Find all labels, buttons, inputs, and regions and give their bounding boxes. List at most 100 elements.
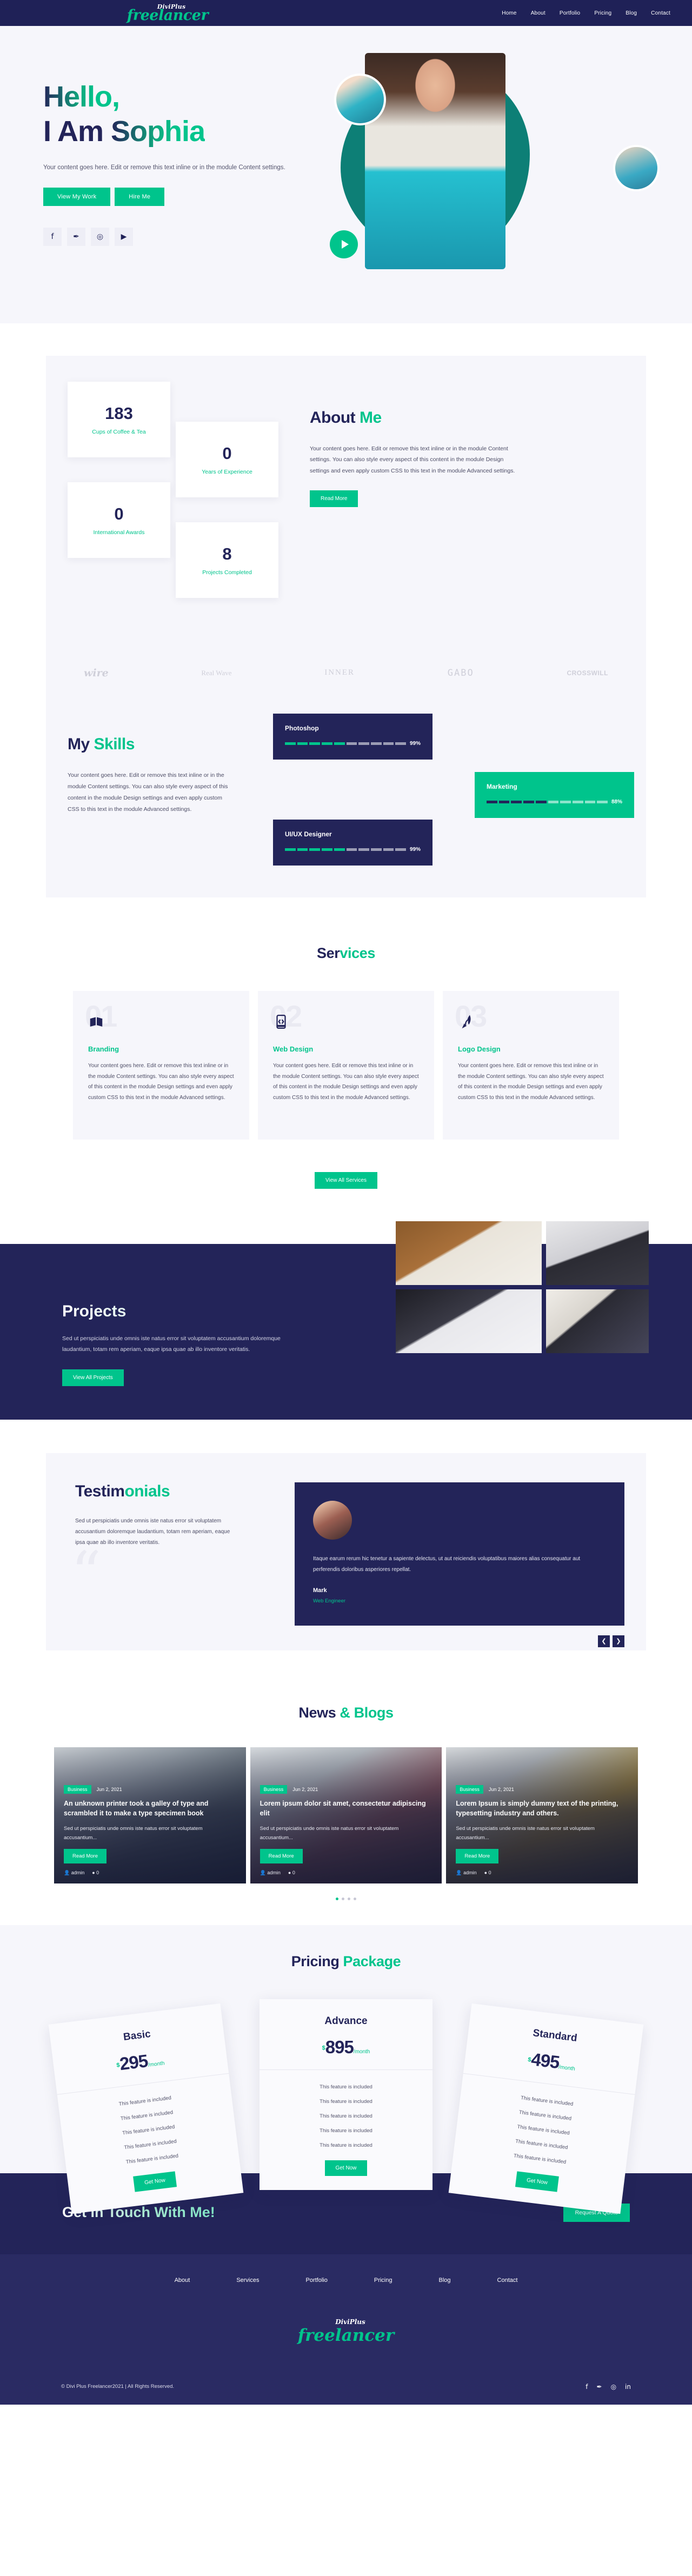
stat-card: 0 Years of Experience (176, 422, 278, 497)
blog-read-more-button[interactable]: Read More (456, 1848, 499, 1863)
projects-section: Projects Sed ut perspiciatis unde omnis … (0, 1221, 692, 1420)
project-thumbnail[interactable] (396, 1221, 542, 1285)
plan-amount: 895 (325, 2036, 354, 2057)
footer-bottom-bar: © Divi Plus Freelancer2021 | All Rights … (46, 2383, 646, 2405)
footer-link-portfolio[interactable]: Portfolio (306, 2277, 328, 2284)
linkedin-icon[interactable]: in (625, 2383, 631, 2391)
get-now-button[interactable]: Get Now (324, 2160, 368, 2176)
carousel-dot[interactable] (336, 1897, 338, 1900)
stat-value: 0 (222, 444, 232, 463)
carousel-prev-icon[interactable]: ❮ (598, 1635, 610, 1647)
service-card-branding[interactable]: 01 Branding Your content goes here. Edit… (73, 991, 249, 1140)
about-section: 183 Cups of Coffee & Tea 0 International… (0, 323, 692, 919)
stat-label: Cups of Coffee & Tea (92, 429, 146, 435)
service-card-logo-design[interactable]: 03 Logo Design Your content goes here. E… (443, 991, 619, 1140)
view-all-projects-button[interactable]: View All Projects (62, 1369, 124, 1386)
service-text: Your content goes here. Edit or remove t… (273, 1063, 419, 1101)
primary-navigation: Home About Portfolio Pricing Blog Contac… (502, 10, 670, 16)
nav-item-about[interactable]: About (531, 10, 545, 16)
view-all-services-button[interactable]: View All Services (315, 1172, 377, 1189)
blog-category-badge[interactable]: Business (260, 1785, 288, 1794)
hero-thumb-photo-bottom (613, 145, 660, 191)
carousel-next-icon[interactable]: ❯ (613, 1635, 624, 1647)
stat-card: 8 Projects Completed (176, 522, 278, 598)
twitter-icon[interactable]: ✒ (67, 227, 85, 246)
pricing-card-advance: Advance $895/month This feature is inclu… (260, 1999, 432, 2190)
get-now-button[interactable]: Get Now (132, 2171, 177, 2192)
carousel-dot[interactable] (348, 1897, 350, 1900)
hero-line-2-prefix: I Am (43, 115, 111, 148)
footer-link-about[interactable]: About (175, 2277, 190, 2284)
blog-carousel-dots (0, 1897, 692, 1900)
carousel-dot[interactable] (342, 1897, 344, 1900)
blog-title[interactable]: An unknown printer took a galley of type… (64, 1799, 236, 1819)
footer-navigation: About Services Portfolio Pricing Blog Co… (0, 2277, 692, 2284)
hire-me-button[interactable]: Hire Me (115, 187, 165, 206)
testimonial-author: Mark (313, 1587, 327, 1594)
blog-heading-dark: News (298, 1704, 340, 1721)
instagram-icon[interactable]: ◎ (611, 2383, 616, 2391)
footer-link-contact[interactable]: Contact (497, 2277, 518, 2284)
play-video-icon[interactable] (330, 230, 358, 258)
blog-read-more-button[interactable]: Read More (260, 1848, 303, 1863)
stat-label: Years of Experience (202, 469, 252, 475)
blog-category-badge[interactable]: Business (64, 1785, 91, 1794)
project-thumbnail[interactable] (546, 1221, 649, 1285)
nav-item-blog[interactable]: Blog (626, 10, 637, 16)
nav-item-portfolio[interactable]: Portfolio (560, 10, 581, 16)
hero-portrait-photo (365, 53, 505, 269)
blog-grid: Business Jun 2, 2021 An unknown printer … (54, 1747, 638, 1883)
footer-logo[interactable]: DiviPlus freelancer (0, 2318, 692, 2345)
skill-card-photoshop: Photoshop 99% (273, 714, 432, 760)
blog-title[interactable]: Lorem Ipsum is simply dummy text of the … (456, 1799, 628, 1819)
about-read-more-button[interactable]: Read More (310, 490, 358, 508)
skill-card-uiux: UI/UX Designer 99% (273, 820, 432, 866)
view-my-work-button[interactable]: View My Work (43, 187, 111, 206)
blog-date: Jun 2, 2021 (96, 1787, 122, 1793)
carousel-dot[interactable] (354, 1897, 356, 1900)
blog-read-more-button[interactable]: Read More (64, 1848, 107, 1863)
pricing-heading-dark: Pricing (291, 1953, 343, 1969)
footer-social-links: f ✒ ◎ in (585, 2383, 631, 2391)
skills-section: My Skills Your content goes here. Edit o… (46, 697, 646, 897)
facebook-icon[interactable]: f (585, 2383, 588, 2391)
footer-link-pricing[interactable]: Pricing (374, 2277, 392, 2284)
skill-name: Photoshop (285, 724, 319, 732)
service-card-web-design[interactable]: 02 Web Design Your content goes here. Ed… (258, 991, 434, 1140)
blog-card[interactable]: Business Jun 2, 2021 An unknown printer … (54, 1747, 246, 1883)
get-now-button[interactable]: Get Now (515, 2171, 560, 2192)
hero-heading: Hello, I Am Sophia (43, 80, 330, 149)
nav-item-pricing[interactable]: Pricing (594, 10, 611, 16)
nav-item-home[interactable]: Home (502, 10, 516, 16)
skill-name: Marketing (487, 783, 517, 790)
plan-price: $895/month (272, 2037, 420, 2058)
blog-category-badge[interactable]: Business (456, 1785, 483, 1794)
plan-feature: This feature is included (320, 2113, 372, 2119)
instagram-icon[interactable]: ◎ (91, 227, 109, 246)
footer-link-services[interactable]: Services (236, 2277, 259, 2284)
footer-link-blog[interactable]: Blog (438, 2277, 450, 2284)
site-logo[interactable]: DiviPlus freelancer (127, 4, 209, 23)
blog-card[interactable]: Business Jun 2, 2021 Lorem Ipsum is simp… (446, 1747, 638, 1883)
progress-track (487, 801, 608, 803)
facebook-icon[interactable]: f (43, 227, 62, 246)
hero-line-2-name: Sophia (111, 115, 205, 148)
blog-excerpt: Sed ut perspiciatis unde omnis iste natu… (64, 1825, 203, 1841)
service-title: Logo Design (458, 1045, 501, 1053)
skills-cards: Photoshop 99% Marketing 88% UI/UX Design… (262, 714, 634, 866)
nav-item-contact[interactable]: Contact (651, 10, 670, 16)
stats-column-left: 183 Cups of Coffee & Tea 0 International… (68, 382, 170, 623)
blog-author: 👤 admin (64, 1869, 85, 1875)
hero-media (330, 53, 665, 291)
brand-logo-gabo: GABO (447, 668, 474, 678)
project-thumbnail[interactable] (396, 1289, 542, 1353)
blog-title[interactable]: Lorem ipsum dolor sit amet, consectetur … (260, 1799, 432, 1819)
project-thumbnail[interactable] (546, 1289, 649, 1353)
twitter-icon[interactable]: ✒ (597, 2383, 602, 2391)
youtube-icon[interactable]: ▶ (115, 227, 133, 246)
pricing-card-basic: Basic $295/month This feature is include… (48, 2003, 244, 2214)
brand-logos-row: wire Real Wave INNER GABO CROSSWILL (46, 655, 646, 697)
blog-card[interactable]: Business Jun 2, 2021 Lorem ipsum dolor s… (250, 1747, 442, 1883)
plan-feature: This feature is included (320, 2142, 372, 2148)
stat-card: 183 Cups of Coffee & Tea (68, 382, 170, 457)
